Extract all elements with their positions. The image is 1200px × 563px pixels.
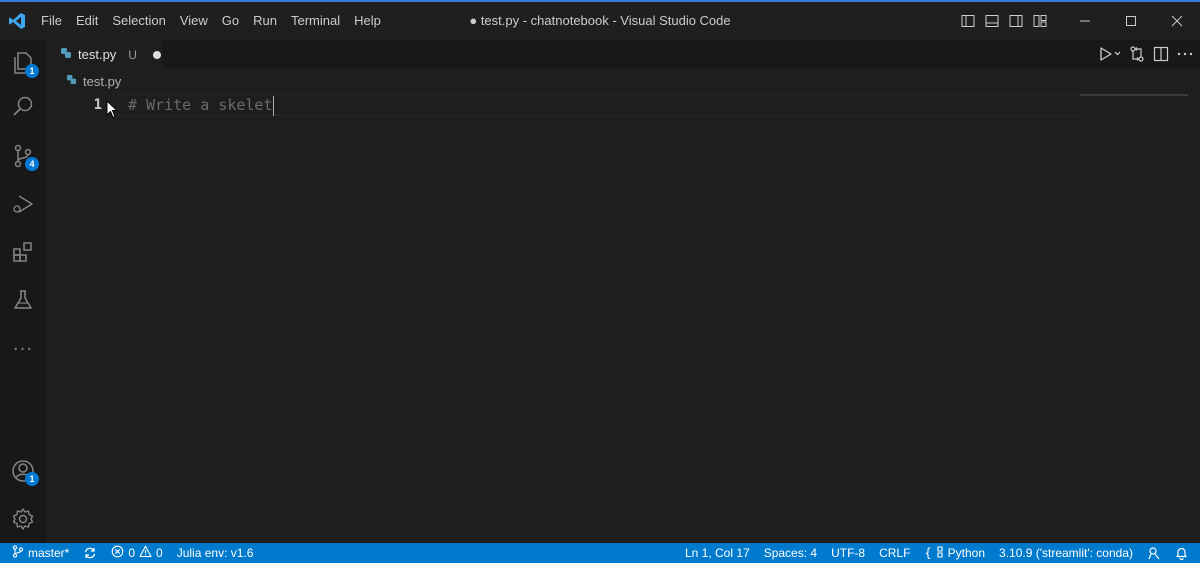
unsaved-dot-icon[interactable] <box>152 50 161 59</box>
code-editor[interactable]: 1 # Write a skelet <box>46 94 1200 543</box>
text-cursor <box>272 95 274 116</box>
eol-status[interactable]: CRLF <box>872 543 917 563</box>
customize-layout-icon[interactable] <box>1030 11 1050 31</box>
toggle-secondary-sidebar-icon[interactable] <box>1006 11 1026 31</box>
code-line[interactable]: # Write a skelet <box>128 94 274 116</box>
source-control-badge: 4 <box>25 157 39 171</box>
more-actions-icon[interactable] <box>1176 43 1194 65</box>
vscode-logo-icon <box>0 2 34 40</box>
editor-tabs: test.py U <box>46 40 1200 68</box>
tab-test-py[interactable]: test.py U <box>46 40 162 68</box>
cursor-position[interactable]: Ln 1, Col 17 <box>678 543 757 563</box>
explorer-icon[interactable]: 1 <box>0 40 46 86</box>
feedback-icon[interactable] <box>1140 543 1168 563</box>
minimap[interactable] <box>1080 94 1188 96</box>
git-branch-icon <box>12 545 24 561</box>
python-file-icon <box>60 47 72 63</box>
menu-run[interactable]: Run <box>246 2 284 40</box>
warning-count: 0 <box>156 546 163 560</box>
menu-help[interactable]: Help <box>347 2 388 40</box>
split-editor-icon[interactable] <box>1152 43 1170 65</box>
more-views-icon[interactable]: ··· <box>0 326 46 372</box>
branch-status[interactable]: master* <box>0 543 76 563</box>
maximize-button[interactable] <box>1108 2 1154 40</box>
python-interpreter[interactable]: 3.10.9 ('streamlit': conda) <box>992 543 1140 563</box>
warning-icon <box>139 545 152 561</box>
menu-edit[interactable]: Edit <box>69 2 105 40</box>
error-icon <box>111 545 124 561</box>
editor-area: test.py U test.py 1 # Write a skelet <box>46 40 1200 543</box>
branch-name: master* <box>28 546 70 560</box>
toggle-primary-sidebar-icon[interactable] <box>958 11 978 31</box>
close-button[interactable] <box>1154 2 1200 40</box>
menu-view[interactable]: View <box>173 2 215 40</box>
editor-actions <box>1098 40 1194 68</box>
mouse-pointer-icon <box>106 99 120 124</box>
language-mode[interactable]: { Python <box>917 543 992 563</box>
line-number: 1 <box>93 97 102 113</box>
status-bar: master* 0 0 Julia env: v1.6 Ln 1, Col 17… <box>0 543 1200 563</box>
menu-bar: File Edit Selection View Go Run Terminal… <box>34 2 388 40</box>
breadcrumb: test.py <box>46 68 121 94</box>
menu-file[interactable]: File <box>34 2 69 40</box>
search-icon[interactable] <box>0 84 46 130</box>
window-title: ● test.py - chatnotebook - Visual Studio… <box>469 13 731 28</box>
code-comment: # Write a skelet <box>128 96 273 114</box>
open-changes-icon[interactable] <box>1128 43 1146 65</box>
layout-controls <box>958 2 1050 40</box>
julia-env-status[interactable]: Julia env: v1.6 <box>170 543 261 563</box>
toggle-panel-icon[interactable] <box>982 11 1002 31</box>
minimize-button[interactable] <box>1062 2 1108 40</box>
window-controls <box>1062 2 1200 40</box>
tab-label: test.py <box>78 47 117 62</box>
menu-selection[interactable]: Selection <box>105 2 172 40</box>
testing-flask-icon[interactable] <box>0 277 46 323</box>
status-bar-right: Ln 1, Col 17 Spaces: 4 UTF-8 CRLF { Pyth… <box>678 543 1200 563</box>
explorer-badge: 1 <box>25 64 39 78</box>
manage-gear-icon[interactable] <box>0 496 46 542</box>
notifications-bell-icon[interactable] <box>1168 543 1200 563</box>
menu-terminal[interactable]: Terminal <box>284 2 347 40</box>
run-and-debug-icon[interactable] <box>0 181 46 227</box>
breadcrumb-python-icon <box>66 74 77 89</box>
language-python-icon <box>936 545 944 561</box>
accounts-badge: 1 <box>25 472 39 486</box>
problems-status[interactable]: 0 0 <box>104 543 169 563</box>
error-count: 0 <box>128 546 136 560</box>
accounts-icon[interactable]: 1 <box>0 448 46 494</box>
extensions-icon[interactable] <box>0 229 46 275</box>
tab-untracked-status: U <box>128 47 137 62</box>
activity-bar: 1 4 ··· 1 <box>0 40 46 543</box>
encoding-status[interactable]: UTF-8 <box>824 543 872 563</box>
breadcrumb-file[interactable]: test.py <box>83 74 121 89</box>
run-python-file-icon[interactable] <box>1098 43 1122 65</box>
source-control-icon[interactable]: 4 <box>0 133 46 179</box>
title-bar: File Edit Selection View Go Run Terminal… <box>0 0 1200 40</box>
menu-go[interactable]: Go <box>215 2 246 40</box>
language-braces-icon: { <box>924 546 932 560</box>
sync-icon[interactable] <box>76 543 104 563</box>
status-bar-left: master* 0 0 Julia env: v1.6 <box>0 543 260 563</box>
indentation-status[interactable]: Spaces: 4 <box>757 543 824 563</box>
language-label: Python <box>947 546 986 560</box>
